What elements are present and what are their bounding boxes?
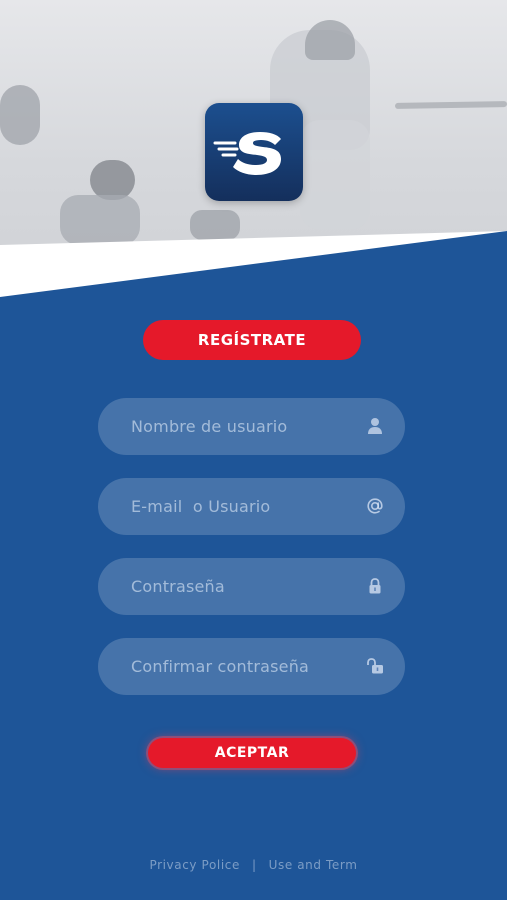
confirm-password-placeholder: Confirmar contraseña xyxy=(131,657,310,676)
photo-figure-left xyxy=(0,85,40,145)
footer-separator: | xyxy=(251,858,257,872)
privacy-policy-link[interactable]: Privacy Police xyxy=(149,858,239,872)
footer-links: Privacy Police | Use and Term xyxy=(0,858,507,872)
logo-s-icon xyxy=(213,132,281,175)
unlock-icon xyxy=(365,656,385,676)
at-icon xyxy=(365,496,385,516)
user-icon xyxy=(365,416,385,436)
photo-batter-legs xyxy=(300,120,370,230)
app-logo xyxy=(205,103,303,201)
photo-catcher-helmet xyxy=(90,160,135,200)
register-button[interactable]: REGÍSTRATE xyxy=(143,320,361,360)
photo-bat xyxy=(394,101,507,109)
username-field[interactable]: Nombre de usuario xyxy=(98,398,405,455)
photo-batter-helmet xyxy=(305,20,355,60)
lock-icon xyxy=(365,576,385,596)
confirm-password-field[interactable]: Confirmar contraseña xyxy=(98,638,405,695)
username-placeholder: Nombre de usuario xyxy=(131,417,288,436)
terms-of-use-link[interactable]: Use and Term xyxy=(269,858,358,872)
email-placeholder: E-mail o Usuario xyxy=(131,497,271,516)
accept-button[interactable]: ACEPTAR xyxy=(148,738,356,768)
password-field[interactable]: Contraseña xyxy=(98,558,405,615)
header-divider xyxy=(0,231,507,305)
password-placeholder: Contraseña xyxy=(131,577,225,596)
email-field[interactable]: E-mail o Usuario xyxy=(98,478,405,535)
